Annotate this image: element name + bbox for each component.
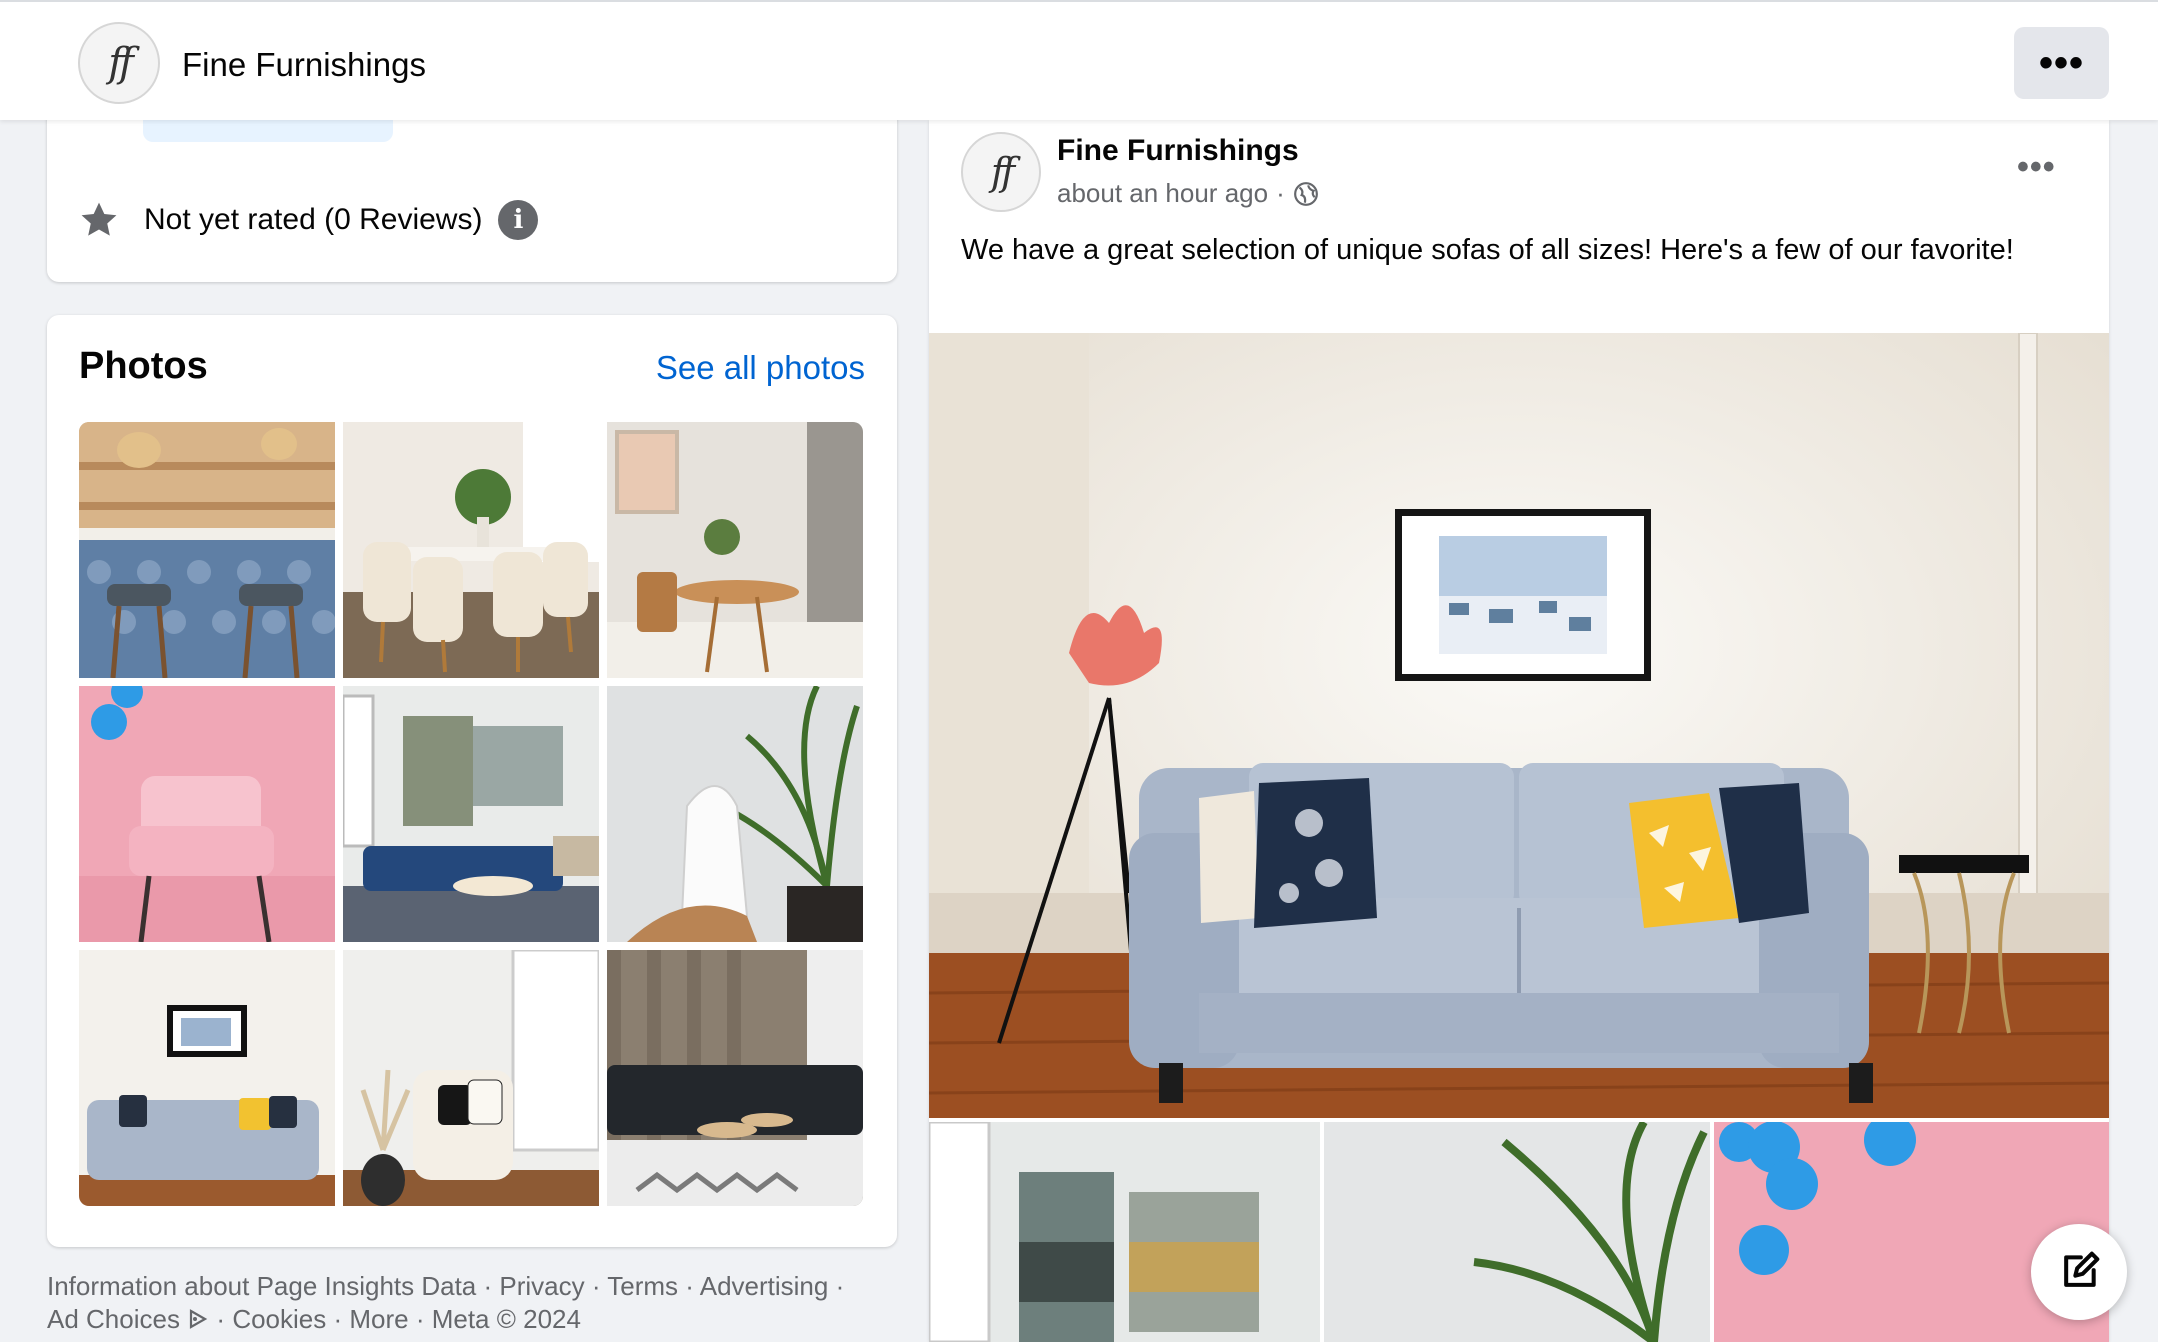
post-meta: about an hour ago · bbox=[1057, 178, 1319, 209]
photo-thumbnail[interactable] bbox=[607, 422, 863, 678]
footer-separator: · bbox=[584, 1271, 608, 1301]
footer-separator: · bbox=[678, 1271, 700, 1301]
rating-row: Not yet rated (0 Reviews) i bbox=[77, 198, 539, 242]
star-icon bbox=[81, 202, 117, 236]
post-photo-thumbnail[interactable] bbox=[929, 1122, 1320, 1342]
rating-text: Not yet rated (0 Reviews) bbox=[144, 203, 483, 236]
footer-link-cookies[interactable]: Cookies bbox=[232, 1304, 326, 1334]
header-more-button[interactable]: ••• bbox=[2014, 27, 2109, 99]
footer-link-more[interactable]: More bbox=[349, 1304, 408, 1334]
info-icon[interactable]: i bbox=[498, 200, 539, 240]
footer-link-privacy[interactable]: Privacy bbox=[499, 1271, 584, 1301]
footer-link-terms[interactable]: Terms bbox=[607, 1271, 678, 1301]
logo-monogram: ff bbox=[990, 150, 1015, 194]
footer-separator: · bbox=[209, 1304, 233, 1334]
post-text: We have a great selection of unique sofa… bbox=[961, 234, 2014, 266]
photo-thumbnail[interactable] bbox=[79, 686, 335, 942]
see-all-photos-link[interactable]: See all photos bbox=[656, 349, 865, 387]
more-dots-icon: ••• bbox=[2038, 41, 2084, 85]
photo-thumbnail[interactable] bbox=[343, 950, 599, 1206]
photo-thumbnail[interactable] bbox=[343, 422, 599, 678]
photo-thumbnail[interactable] bbox=[607, 950, 863, 1206]
compose-button[interactable] bbox=[2031, 1224, 2127, 1320]
photo-thumbnail[interactable] bbox=[343, 686, 599, 942]
globe-icon bbox=[1293, 181, 1318, 206]
post-author-name[interactable]: Fine Furnishings bbox=[1057, 134, 1299, 168]
page-header: ff Fine Furnishings ••• bbox=[0, 0, 2158, 120]
post-author-avatar[interactable]: ff bbox=[961, 132, 1041, 212]
footer-copyright: Meta © 2024 bbox=[431, 1304, 581, 1334]
post-photo-strip bbox=[929, 1122, 2109, 1342]
photos-heading: Photos bbox=[79, 345, 208, 387]
post-timestamp[interactable]: about an hour ago bbox=[1057, 178, 1268, 209]
photo-grid bbox=[79, 422, 865, 1206]
post-card: ff Fine Furnishings about an hour ago · … bbox=[929, 120, 2109, 1342]
page-footer: Information about Page Insights Data · P… bbox=[47, 1270, 907, 1336]
meta-separator: · bbox=[1276, 178, 1285, 208]
footer-link-ad-choices[interactable]: Ad Choices bbox=[47, 1304, 180, 1334]
footer-separator: · bbox=[326, 1304, 350, 1334]
footer-separator: · bbox=[476, 1271, 500, 1301]
photo-thumbnail[interactable] bbox=[79, 422, 335, 678]
post-more-button[interactable]: ••• bbox=[2017, 148, 2056, 187]
page-avatar[interactable]: ff bbox=[78, 22, 160, 104]
photo-thumbnail[interactable] bbox=[79, 950, 335, 1206]
ad-choices-icon bbox=[190, 1309, 208, 1329]
post-photo-thumbnail[interactable] bbox=[1324, 1122, 1710, 1342]
photo-thumbnail[interactable] bbox=[607, 686, 863, 942]
footer-link-insights[interactable]: Information about Page Insights Data bbox=[47, 1271, 476, 1301]
photos-card: Photos See all photos bbox=[47, 315, 897, 1247]
action-button-fragment[interactable] bbox=[143, 120, 393, 142]
footer-separator: · bbox=[408, 1304, 432, 1334]
post-main-photo[interactable] bbox=[929, 333, 2109, 1118]
footer-separator: · bbox=[828, 1271, 845, 1301]
logo-monogram: ff bbox=[108, 40, 134, 86]
footer-link-advertising[interactable]: Advertising bbox=[700, 1271, 829, 1301]
compose-icon bbox=[2064, 1251, 2100, 1287]
page-title[interactable]: Fine Furnishings bbox=[182, 46, 426, 84]
